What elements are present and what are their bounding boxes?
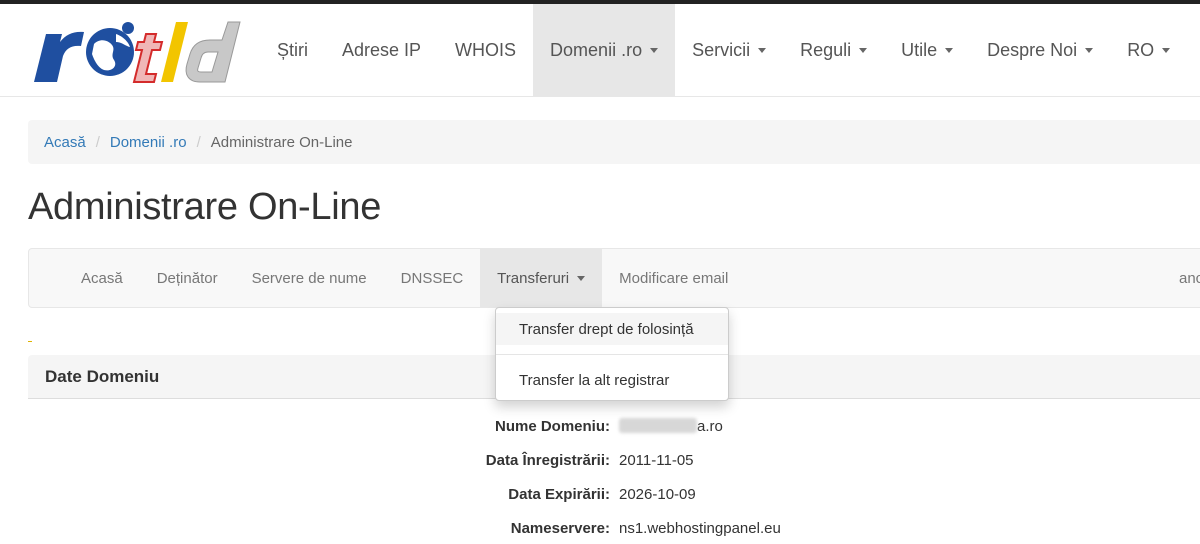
page-title: Administrare On-Line [28,186,382,228]
nav-label: RO [1127,39,1155,60]
domain-name-suffix: a.ro [697,418,723,435]
subnav-item-servere-de-nume[interactable]: Servere de nume [235,249,384,307]
caret-down-icon [758,47,767,53]
caret-down-icon [859,47,868,53]
caret-down-icon [945,47,954,53]
caret-down-icon [577,275,586,281]
nav-label: Domenii .ro [550,39,643,60]
subnav-label: Modificare email [619,269,729,287]
nav-item-reguli[interactable]: Reguli [783,4,884,96]
nav-item-utile[interactable]: Utile [884,4,970,96]
detail-row-nameservers: Nameservere: ns1.webhostingpanel.eu [0,512,1200,544]
caret-down-icon [650,47,659,53]
nav-label: Adrese IP [342,39,422,60]
nameservers-value: ns1.webhostingpanel.eu [619,520,781,537]
rotld-logo[interactable] [28,14,244,88]
subnav-item-detinator[interactable]: Deținător [140,249,235,307]
nav-item-whois[interactable]: WHOIS [438,4,533,96]
top-navbar: Știri Adrese IP WHOIS Domenii .ro Servic… [0,4,1200,97]
redacted-blur [619,418,697,433]
nav-item-adrese-ip[interactable]: Adrese IP [325,4,438,96]
divider-mark [28,341,32,342]
breadcrumb-current: Administrare On-Line [210,133,353,151]
main-nav: Știri Adrese IP WHOIS Domenii .ro Servic… [260,4,1187,96]
nav-item-servicii[interactable]: Servicii [675,4,783,96]
nav-label: Servicii [692,39,751,60]
subnav-item-dnssec[interactable]: DNSSEC [384,249,481,307]
subnav-item-transferuri[interactable]: Transferuri [480,249,603,307]
nav-label: Utile [901,39,938,60]
menu-divider [496,354,728,355]
subnav-label: Transferuri [497,269,570,287]
nameservers-label: Nameservere: [510,520,610,537]
breadcrumb-separator: / [95,133,100,151]
nav-label: Despre Noi [987,39,1078,60]
nav-label: Știri [277,39,308,60]
detail-row-registration-date: Data Înregistrării: 2011-11-05 [0,444,1200,478]
expiration-date-label: Data Expirării: [508,486,610,503]
domain-name-label: Nume Domeniu: [494,418,610,435]
admin-subnav: Acasă Deținător Servere de nume DNSSEC T… [28,248,1200,308]
transferuri-dropdown-menu: Transfer drept de folosință Transfer la … [495,307,729,401]
breadcrumb-domenii-link[interactable]: Domenii .ro [110,134,187,151]
caret-down-icon [1085,47,1094,53]
subnav-label: Servere de nume [251,269,367,287]
subnav-item-modificare-email[interactable]: Modificare email [602,249,745,307]
detail-row-domain-name: Nume Domeniu: a.ro [0,410,1200,444]
nav-label: WHOIS [455,39,517,60]
domain-name-value: a.ro [619,418,723,435]
nav-item-stiri[interactable]: Știri [260,4,325,96]
subnav-right-link[interactable]: anc [1179,249,1200,307]
detail-row-expiration-date: Data Expirării: 2026-10-09 [0,478,1200,512]
nav-item-domenii-ro[interactable]: Domenii .ro [533,4,676,96]
caret-down-icon [1162,47,1171,53]
nav-label: Reguli [800,39,852,60]
subnav-label: DNSSEC [400,269,464,287]
subnav-label: Deținător [156,269,218,287]
expiration-date-value: 2026-10-09 [619,486,696,503]
subnav-label: Acasă [81,269,123,287]
menu-item-transfer-la-alt-registrar[interactable]: Transfer la alt registrar [496,364,728,396]
registration-date-value: 2011-11-05 [619,452,694,469]
breadcrumb-home-link[interactable]: Acasă [44,134,86,151]
breadcrumb-separator: / [196,133,201,151]
nav-item-despre-noi[interactable]: Despre Noi [970,4,1110,96]
breadcrumb: Acasă / Domenii .ro / Administrare On-Li… [28,120,1200,164]
nav-item-language[interactable]: RO [1110,4,1187,96]
registration-date-label: Data Înregistrării: [485,452,610,469]
subnav-item-acasa[interactable]: Acasă [64,249,140,307]
menu-item-transfer-drept-de-folosinta[interactable]: Transfer drept de folosință [496,313,728,345]
